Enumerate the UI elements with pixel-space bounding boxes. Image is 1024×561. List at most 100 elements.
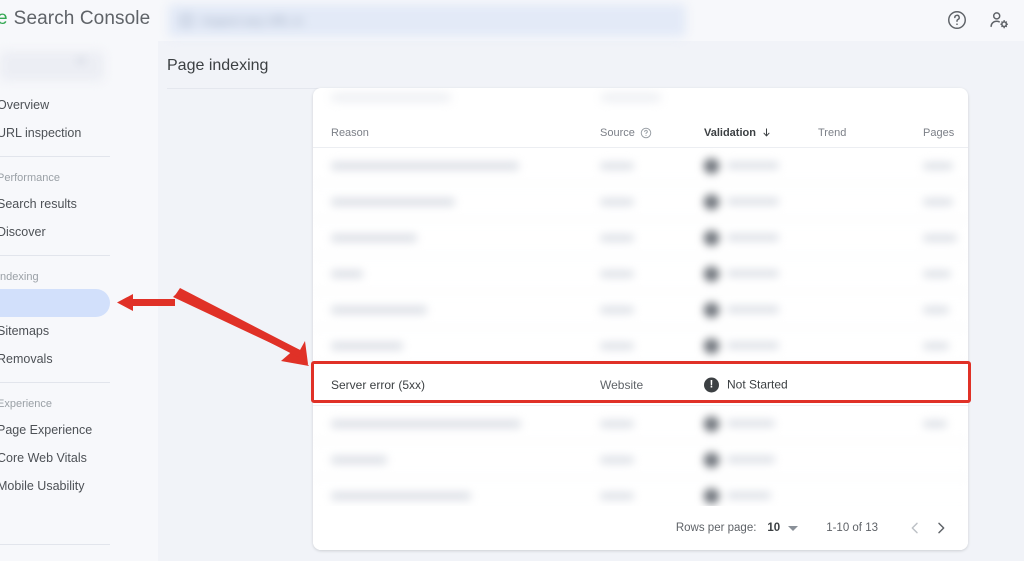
cell-validation: ! [704,230,779,245]
cell-validation: ! [704,488,771,503]
sidebar-group-label: Indexing [0,271,39,283]
column-header-source[interactable]: Source [600,127,652,139]
column-header-pages[interactable]: Pages [923,127,954,139]
scrolled-content-ghost [313,88,968,106]
table-pagination: Rows per page: 10 1-10 of 13 [313,506,968,550]
column-header-validation[interactable]: Validation [704,127,772,139]
sidebar-item-mobile-usability[interactable]: Mobile Usability [0,472,158,500]
cell-source [600,455,634,464]
search-icon [180,14,193,27]
cell-source [600,491,634,500]
sidebar-item-label: Overview [0,98,50,112]
table-row[interactable]: ! [313,328,968,364]
cell-validation: ! Not Started [704,377,788,392]
sidebar-item-core-web-vitals[interactable]: Core Web Vitals [0,444,158,472]
url-inspection-search-input[interactable]: Inspect any URL in [168,4,686,37]
cell-pages [923,419,947,428]
help-circle-icon[interactable] [946,9,968,31]
column-header-trend[interactable]: Trend [818,127,846,139]
sidebar-item-sitemaps[interactable]: Sitemaps [0,317,158,345]
google-search-console-logo[interactable]: gle Search Console [0,8,150,30]
cell-pages [923,161,953,170]
cell-validation: ! [704,338,779,353]
cell-source [600,197,634,206]
table-row[interactable]: ! [313,406,968,442]
previous-page-button[interactable] [902,515,928,541]
sidebar-group-label: Performance [0,172,60,184]
search-console-app: gle Search Console Inspect any URL in [0,0,1024,561]
cell-reason [331,419,521,428]
sidebar-divider [0,382,110,383]
table-row[interactable]: ! [313,292,968,328]
account-settings-icon[interactable] [988,9,1010,31]
sidebar-item-discover[interactable]: Discover [0,218,158,246]
cell-source [600,419,634,428]
table-body: ! ! ! ! ! ! Server error (5xx) Website !… [313,148,968,514]
column-header-validation-label: Validation [704,126,756,139]
cell-pages [923,305,949,314]
sidebar-group-experience: Experience [0,392,158,416]
cell-reason [331,197,455,206]
chevron-down-icon [76,59,86,64]
sidebar-item-label: Search results [0,197,77,211]
cell-reason [331,233,417,242]
sidebar-item-label: Discover [0,225,46,239]
column-header-reason[interactable]: Reason [331,127,369,139]
cell-pages [923,341,949,350]
sidebar-group-performance: Performance [0,166,158,190]
sidebar-group-label: Experience [0,398,53,410]
sidebar-divider [0,156,110,157]
sidebar-nav: Overview URL inspection Performance Sear… [0,91,158,554]
sidebar-item-search-results[interactable]: Search results [0,190,158,218]
error-exclamation-icon: ! [704,377,719,392]
cell-reason [331,491,471,500]
sidebar-item-removals[interactable]: Removals [0,345,158,373]
validation-status-label: Not Started [727,377,788,392]
sort-descending-arrow-icon[interactable] [761,127,772,138]
sidebar-item-label: Core Web Vitals [0,451,87,465]
table-row[interactable]: ! [313,148,968,184]
cell-validation: ! [704,452,775,467]
cell-validation: ! [704,416,775,431]
top-bar: gle Search Console Inspect any URL in [0,0,1024,41]
table-header-row: Reason Source Validation Trend Pages [313,118,968,148]
brand-name: Search Console [13,8,151,29]
cell-source [600,341,634,350]
property-selector[interactable] [0,51,104,81]
table-row-server-error[interactable]: Server error (5xx) Website ! Not Started [313,364,968,406]
cell-reason: Server error (5xx) [331,377,426,392]
rows-per-page-label: Rows per page: [675,522,757,534]
help-circle-small-icon[interactable] [640,127,652,139]
sidebar-item-overview[interactable]: Overview [0,91,158,119]
cell-pages [923,233,957,242]
search-placeholder: Inspect any URL in [202,13,303,28]
cell-source [600,305,634,314]
sidebar-item-label: Mobile Usability [0,479,85,493]
page-title: Page indexing [167,57,269,74]
table-row[interactable]: ! [313,184,968,220]
chevron-down-icon[interactable] [788,525,799,531]
cell-reason [331,455,387,464]
cell-reason [331,305,427,314]
sidebar: Overview URL inspection Performance Sear… [0,41,158,561]
cell-pages [923,197,953,206]
table-row[interactable]: ! [313,442,968,478]
sidebar-divider [0,544,110,545]
sidebar-item-page-experience[interactable]: Page Experience [0,416,158,444]
next-page-button[interactable] [928,515,954,541]
rows-per-page-value[interactable]: 10 [767,522,780,534]
cell-validation: ! [704,302,779,317]
top-bar-icons [946,9,1010,31]
sidebar-item-pages[interactable] [0,289,110,317]
sidebar-item-url-inspection[interactable]: URL inspection [0,119,158,147]
table-row[interactable]: ! [313,220,968,256]
cell-reason [331,269,363,278]
table-row[interactable]: ! [313,256,968,292]
cell-reason [331,161,519,170]
cell-pages [923,269,951,278]
column-header-source-label: Source [600,126,635,139]
cell-source [600,269,634,278]
cell-reason [331,341,403,350]
sidebar-group-indexing: Indexing [0,265,158,289]
cell-validation: ! [704,158,779,173]
